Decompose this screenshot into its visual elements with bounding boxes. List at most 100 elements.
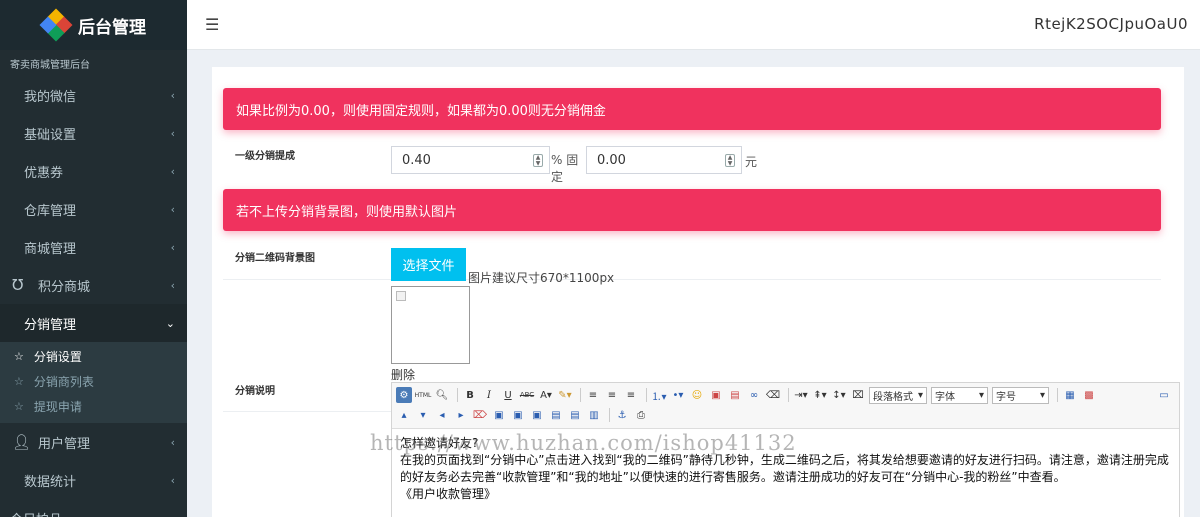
magnet-icon: Ʊ [12,276,24,294]
size-select[interactable]: 字号 ▾ [992,386,1049,404]
sidebar-item-points-mall[interactable]: Ʊ 积分商城 ‹ [0,266,187,304]
fixed-unit: 元 [745,155,758,169]
editor-toolbar: ⚙ HTML 🔍︎ B I U ABC A▾ ✎▾ ≡ ≡ ≡ ⒈▾ •▾ ☺ … [392,383,1179,429]
ratio-alert: 如果比例为0.00，则使用固定规则，如果都为0.00则无分销佣金 [223,88,1161,130]
brand[interactable]: 后台管理 [0,0,187,50]
chevron-left-icon: ‹ [170,473,175,487]
sidebar-item-distribution[interactable]: 分销管理 ⌄ [0,304,187,342]
italic-icon[interactable]: I [481,387,497,403]
sidebar-subitem-label: 提现申请 [33,400,82,414]
row-divider [223,279,1161,280]
sidebar-item-basic-settings[interactable]: 基础设置 ‹ [0,114,187,152]
sidebar-item-statistics[interactable]: 数据统计 ‹ [0,461,187,499]
align-left-icon[interactable]: ≡ [585,387,601,403]
insert-col-before-icon[interactable]: ◂ [434,407,450,423]
font-select[interactable]: 字体 ▾ [931,386,988,404]
merge-right-icon[interactable]: ▣ [510,407,526,423]
editor-line: 《用户收款管理》 [400,487,497,501]
html-icon[interactable]: HTML [415,387,432,403]
emoji-icon[interactable]: ☺ [689,387,705,403]
chevron-left-icon: ‹ [170,278,175,292]
delete-row-icon[interactable]: ⌦ [472,407,488,423]
upload-hint: 图片建议尺寸670*1100px [468,271,615,285]
chevron-left-icon: ‹ [170,88,175,102]
strikethrough-icon[interactable]: ABC [519,387,535,403]
sidebar-item-mall[interactable]: 商城管理 ‹ [0,228,187,266]
align-right-icon[interactable]: ≡ [623,387,639,403]
star-icon: ☆ [14,375,24,388]
watermark: https://www.huzhan.com/ishop41132 [370,431,797,455]
anchor-icon[interactable]: ⚓ [614,407,630,423]
sidebar-item-users[interactable]: 👤︎ 用户管理 ‹ [0,423,187,461]
sidebar-item-wechat[interactable]: 我的微信 ‹ [0,76,187,114]
size-select-value: 字号 [996,391,1016,403]
split-col-icon[interactable]: ▥ [586,407,602,423]
source-icon[interactable]: ⚙ [396,387,412,403]
font-color-icon[interactable]: A▾ [538,387,554,403]
sidebar-subitem-distribution-settings[interactable]: ☆ 分销设置 [0,344,187,369]
sidebar-item-coupons[interactable]: 优惠券 ‹ [0,152,187,190]
chevron-left-icon: ‹ [170,126,175,140]
sidebar-item-label: 今日拍品 [10,509,62,517]
insert-row-below-icon[interactable]: ▾ [415,407,431,423]
stepper-icon[interactable]: ▲ ▼ [725,154,735,167]
bold-icon[interactable]: B [462,387,478,403]
sidebar-item-today-lots[interactable]: 今日拍品 [0,499,187,517]
unordered-list-icon[interactable]: •▾ [670,387,686,403]
clear-format-icon[interactable]: ⌧ [850,387,866,403]
percent-unit: % 固定 [551,153,579,184]
eraser-icon[interactable]: ⌫ [765,387,781,403]
sidebar-item-label: 我的微信 [24,89,77,105]
ordered-list-icon[interactable]: ⒈▾ [651,387,667,403]
sidebar-item-label: 优惠券 [24,165,64,181]
underline-icon[interactable]: U [500,387,516,403]
align-center-icon[interactable]: ≡ [604,387,620,403]
split-cell-icon[interactable]: ▤ [548,407,564,423]
highlight-icon[interactable]: ✎▾ [557,387,573,403]
image-icon[interactable]: ▣ [708,387,724,403]
sidebar-subitem-label: 分销设置 [33,350,82,364]
fixed-input-value: 0.00 [597,152,626,168]
preview-icon[interactable]: 🔍︎ [434,387,450,403]
sidebar-item-label: 数据统计 [24,474,77,490]
star-icon: ☆ [14,400,24,413]
delete-image-link[interactable]: 删除 [391,366,415,383]
user-code[interactable]: RtejK2SOCJpuOaU0 [1034,15,1188,33]
link-icon[interactable]: ∞ [746,387,762,403]
top-header: ☰ RtejK2SOCJpuOaU0 [187,0,1200,50]
multi-image-icon[interactable]: ▤ [727,387,743,403]
percent-input[interactable]: 0.40 ▲ ▼ [391,146,550,174]
brand-subtitle: 寄卖商城管理后台 [10,60,90,71]
user-icon: 👤︎ [12,433,32,451]
editor-line: 在我的页面找到“分销中心”点击进入找到“我的二维码”静待几秒钟，生成二维码之后，… [400,453,1169,484]
stepper-icon[interactable]: ▲ ▼ [533,154,543,167]
chevron-down-icon: ⌄ [165,316,175,330]
description-label: 分销说明 [235,386,275,397]
background-preview [391,286,470,364]
insert-row-above-icon[interactable]: ▴ [396,407,412,423]
sidebar-item-label: 用户管理 [38,436,91,452]
line-height-icon[interactable]: ↕▾ [831,387,847,403]
chevron-left-icon: ‹ [170,164,175,178]
choose-file-button[interactable]: 选择文件 [391,248,466,281]
sidebar-subitem-distributor-list[interactable]: ☆ 分销商列表 [0,369,187,394]
split-row-icon[interactable]: ▤ [567,407,583,423]
merge-cells-icon[interactable]: ▣ [491,407,507,423]
sidebar-item-warehouse[interactable]: 仓库管理 ‹ [0,190,187,228]
merge-down-icon[interactable]: ▣ [529,407,545,423]
fixed-input[interactable]: 0.00 ▲ ▼ [586,146,742,174]
sidebar-subitem-withdrawal[interactable]: ☆ 提现申请 [0,394,187,419]
print-icon[interactable]: ⎙ [633,407,649,423]
table-icon[interactable]: ▦ [1062,387,1078,403]
row-spacing-top-icon[interactable]: ⇞▾ [812,387,828,403]
chevron-left-icon: ‹ [170,202,175,216]
sidebar-subitem-label: 分销商列表 [33,375,94,389]
menu-toggle-icon[interactable]: ☰ [205,15,219,34]
insert-col-after-icon[interactable]: ▸ [453,407,469,423]
chevron-left-icon: ‹ [170,240,175,254]
paragraph-select[interactable]: 段落格式 ▾ [869,386,927,404]
fullscreen-icon[interactable]: ▭ [1156,387,1172,403]
indent-icon[interactable]: ⇥▾ [793,387,809,403]
background-alert: 若不上传分销背景图，则使用默认图片 [223,189,1161,231]
insert-table-icon[interactable]: ▩ [1081,387,1097,403]
